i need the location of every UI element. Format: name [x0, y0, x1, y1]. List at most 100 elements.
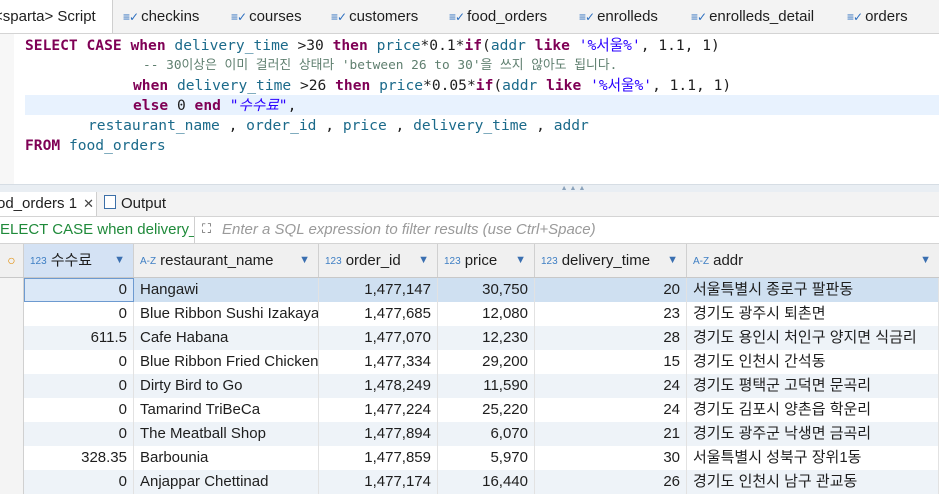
tab-enrolleds-detail[interactable]: ≡✓ enrolleds_detail: [691, 0, 814, 33]
tab-courses[interactable]: ≡✓ courses: [231, 0, 302, 33]
cell-addr[interactable]: 서울특별시 성북구 장위1동: [687, 446, 939, 470]
cell-delivery-time[interactable]: 28: [535, 326, 687, 350]
cell-fee[interactable]: 611.5: [24, 326, 134, 350]
sort-arrow-icon[interactable]: ▼: [515, 244, 526, 277]
cell-fee[interactable]: 0: [24, 350, 134, 374]
cell-fee[interactable]: 0: [24, 422, 134, 446]
column-header-addr[interactable]: A-Z addr ▼: [687, 244, 939, 277]
table-row[interactable]: 0 The Meatball Shop 1,477,894 6,070 21 경기도 광주…: [0, 422, 939, 446]
cell-delivery-time[interactable]: 23: [535, 302, 687, 326]
sql-editor[interactable]: SELECT CASE when delivery_time >30 then …: [0, 34, 939, 184]
column-header-order-id[interactable]: 123 order_id ▼: [319, 244, 438, 277]
cell-order-id[interactable]: 1,477,224: [319, 398, 438, 422]
column-header-price[interactable]: 123 price ▼: [438, 244, 535, 277]
table-row[interactable]: 0 Dirty Bird to Go 1,478,249 11,590 24 경기도 평택…: [0, 374, 939, 398]
cell-delivery-time[interactable]: 20: [535, 278, 687, 302]
table-row[interactable]: 0 Blue Ribbon Sushi Izakaya 1,477,685 12,08…: [0, 302, 939, 326]
cell-order-id[interactable]: 1,477,070: [319, 326, 438, 350]
sort-arrow-icon[interactable]: ▼: [667, 244, 678, 277]
cell-restaurant-name[interactable]: Hangawi: [134, 278, 319, 302]
cell-addr[interactable]: 경기도 용인시 처인구 양지면 식금리: [687, 326, 939, 350]
table-row[interactable]: 0 Anjappar Chettinad 1,477,174 16,440 26 경기도 …: [0, 470, 939, 494]
row-header[interactable]: [0, 374, 24, 398]
cell-addr[interactable]: 경기도 광주군 낙생면 금곡리: [687, 422, 939, 446]
row-header[interactable]: [0, 302, 24, 326]
cell-delivery-time[interactable]: 15: [535, 350, 687, 374]
cell-fee[interactable]: 328.35: [24, 446, 134, 470]
table-row[interactable]: 328.35 Barbounia 1,477,859 5,970 30 서울특별시 성북구…: [0, 446, 939, 470]
cell-order-id[interactable]: 1,477,894: [319, 422, 438, 446]
cell-delivery-time[interactable]: 21: [535, 422, 687, 446]
cell-price[interactable]: 5,970: [438, 446, 535, 470]
table-row[interactable]: 0 Blue Ribbon Fried Chicken 1,477,334 29,20…: [0, 350, 939, 374]
tab-enrolleds[interactable]: ≡✓ enrolleds: [579, 0, 658, 33]
row-header[interactable]: [0, 398, 24, 422]
cell-order-id[interactable]: 1,477,685: [319, 302, 438, 326]
row-header[interactable]: [0, 350, 24, 374]
cell-restaurant-name[interactable]: The Meatball Shop: [134, 422, 319, 446]
cell-addr[interactable]: 경기도 김포시 양촌읍 학운리: [687, 398, 939, 422]
cell-price[interactable]: 6,070: [438, 422, 535, 446]
cell-restaurant-name[interactable]: Tamarind TriBeCa: [134, 398, 319, 422]
cell-price[interactable]: 11,590: [438, 374, 535, 398]
row-header[interactable]: [0, 470, 24, 494]
sort-arrow-icon[interactable]: ▼: [920, 244, 931, 277]
row-header[interactable]: [0, 422, 24, 446]
cell-price[interactable]: 12,230: [438, 326, 535, 350]
cell-restaurant-name[interactable]: Dirty Bird to Go: [134, 374, 319, 398]
row-header[interactable]: [0, 326, 24, 350]
cell-addr[interactable]: 서울특별시 종로구 팔판동: [687, 278, 939, 302]
cell-order-id[interactable]: 1,477,334: [319, 350, 438, 374]
sort-arrow-icon[interactable]: ▼: [114, 244, 125, 277]
cell-restaurant-name[interactable]: Anjappar Chettinad: [134, 470, 319, 494]
row-header[interactable]: [0, 446, 24, 470]
table-row[interactable]: 611.5 Cafe Habana 1,477,070 12,230 28 경기도 용인시…: [0, 326, 939, 350]
cell-order-id[interactable]: 1,477,174: [319, 470, 438, 494]
cell-fee[interactable]: 0: [24, 398, 134, 422]
table-row[interactable]: 0 Hangawi 1,477,147 30,750 20 서울특별시 종로구 팔판동: [0, 278, 939, 302]
table-row[interactable]: 0 Tamarind TriBeCa 1,477,224 25,220 24 경기도 김포…: [0, 398, 939, 422]
cell-addr[interactable]: 경기도 인천시 남구 관교동: [687, 470, 939, 494]
sort-arrow-icon[interactable]: ▼: [299, 244, 310, 277]
column-header-restaurant-name[interactable]: A-Z restaurant_name ▼: [134, 244, 319, 277]
cell-addr[interactable]: 경기도 인천시 간석동: [687, 350, 939, 374]
tab-output[interactable]: Output: [104, 192, 166, 216]
tab-food-orders[interactable]: ≡✓ food_orders: [449, 0, 547, 33]
cell-fee[interactable]: 0: [24, 278, 134, 302]
cell-price[interactable]: 12,080: [438, 302, 535, 326]
column-header-fee[interactable]: 123 수수료 ▼: [24, 244, 134, 277]
row-header[interactable]: [0, 278, 24, 302]
tab-script[interactable]: <sparta> Script: [0, 0, 113, 33]
splitter-handle-icon[interactable]: ▲▲▲: [547, 185, 601, 192]
cell-addr[interactable]: 경기도 광주시 퇴촌면: [687, 302, 939, 326]
cell-delivery-time[interactable]: 24: [535, 374, 687, 398]
cell-restaurant-name[interactable]: Cafe Habana: [134, 326, 319, 350]
filter-expand-icon[interactable]: ⛶: [202, 221, 218, 237]
sort-arrow-icon[interactable]: ▼: [418, 244, 429, 277]
cell-delivery-time[interactable]: 24: [535, 398, 687, 422]
cell-fee[interactable]: 0: [24, 374, 134, 398]
cell-price[interactable]: 25,220: [438, 398, 535, 422]
cell-fee[interactable]: 0: [24, 470, 134, 494]
cell-delivery-time[interactable]: 26: [535, 470, 687, 494]
cell-addr[interactable]: 경기도 평택군 고덕면 문곡리: [687, 374, 939, 398]
cell-price[interactable]: 16,440: [438, 470, 535, 494]
tab-result-food-orders[interactable]: od_orders 1 ✕: [0, 192, 97, 216]
cell-restaurant-name[interactable]: Blue Ribbon Fried Chicken: [134, 350, 319, 374]
cell-fee[interactable]: 0: [24, 302, 134, 326]
tab-orders[interactable]: ≡✓ orders: [847, 0, 908, 33]
cell-restaurant-name[interactable]: Barbounia: [134, 446, 319, 470]
tab-checkins[interactable]: ≡✓ checkins: [123, 0, 199, 33]
cell-delivery-time[interactable]: 30: [535, 446, 687, 470]
cell-price[interactable]: 29,200: [438, 350, 535, 374]
tab-customers[interactable]: ≡✓ customers: [331, 0, 418, 33]
cell-order-id[interactable]: 1,478,249: [319, 374, 438, 398]
column-label: order_id: [345, 252, 401, 269]
cell-restaurant-name[interactable]: Blue Ribbon Sushi Izakaya: [134, 302, 319, 326]
cell-order-id[interactable]: 1,477,859: [319, 446, 438, 470]
close-icon[interactable]: ✕: [83, 196, 94, 211]
filter-input[interactable]: [222, 217, 932, 243]
cell-order-id[interactable]: 1,477,147: [319, 278, 438, 302]
column-header-delivery-time[interactable]: 123 delivery_time ▼: [535, 244, 687, 277]
cell-price[interactable]: 30,750: [438, 278, 535, 302]
